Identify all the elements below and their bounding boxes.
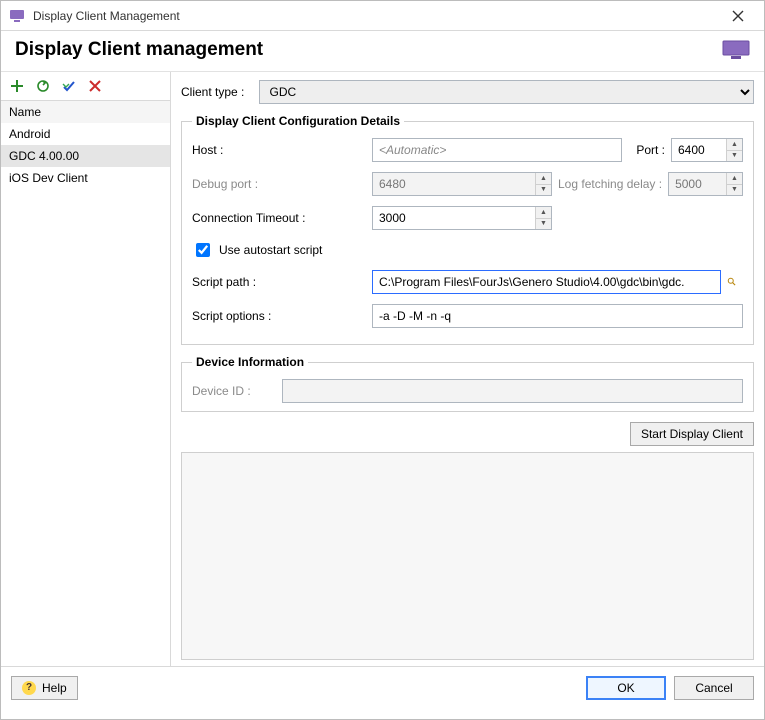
right-pane: Client type : GDC Display Client Configu… [171, 72, 764, 666]
device-id-label: Device ID : [192, 384, 282, 398]
autostart-label: Use autostart script [219, 243, 322, 257]
port-label: Port : [628, 143, 665, 157]
script-path-label: Script path : [192, 275, 372, 289]
config-fieldset: Display Client Configuration Details Hos… [181, 114, 754, 345]
conn-timeout-step-up[interactable]: ▲ [535, 207, 551, 218]
validate-icon[interactable] [61, 78, 77, 94]
titlebar: Display Client Management [1, 1, 764, 31]
conn-timeout-label: Connection Timeout : [192, 211, 372, 225]
debug-port-input [372, 172, 552, 196]
host-label: Host : [192, 143, 372, 157]
app-icon [9, 8, 25, 24]
client-type-row: Client type : GDC [181, 80, 754, 104]
help-button[interactable]: ? Help [11, 676, 78, 700]
window-close-button[interactable] [720, 1, 756, 30]
device-legend: Device Information [192, 355, 308, 369]
debug-port-step-down: ▼ [535, 184, 551, 196]
client-type-label: Client type : [181, 85, 259, 99]
ok-button[interactable]: OK [586, 676, 666, 700]
script-options-input[interactable] [372, 304, 743, 328]
page-title: Display Client management [15, 39, 263, 61]
device-fieldset: Device Information Device ID : [181, 355, 754, 412]
help-label: Help [42, 681, 67, 695]
port-step-down[interactable]: ▼ [726, 150, 742, 162]
delete-icon[interactable] [87, 78, 103, 94]
autostart-checkbox[interactable] [196, 243, 210, 257]
script-options-label: Script options : [192, 309, 372, 323]
host-input[interactable] [372, 138, 622, 162]
help-icon: ? [22, 681, 36, 695]
list-item[interactable]: Android [1, 123, 170, 145]
log-delay-step-up: ▲ [726, 173, 742, 184]
debug-port-label: Debug port : [192, 177, 372, 191]
main-layout: Name Android GDC 4.00.00 iOS Dev Client … [1, 72, 764, 666]
left-toolbar [1, 72, 170, 100]
add-icon[interactable] [9, 78, 25, 94]
dialog-footer: ? Help OK Cancel [1, 666, 764, 708]
debug-port-step-up: ▲ [535, 173, 551, 184]
browse-button[interactable] [721, 270, 743, 294]
output-area [181, 452, 754, 660]
config-legend: Display Client Configuration Details [192, 114, 404, 128]
list-item[interactable]: iOS Dev Client [1, 167, 170, 189]
device-id-input [282, 379, 743, 403]
script-path-input[interactable] [372, 270, 721, 294]
cancel-button[interactable]: Cancel [674, 676, 754, 700]
start-display-client-button[interactable]: Start Display Client [630, 422, 754, 446]
page-header: Display Client management [1, 31, 764, 72]
log-delay-label: Log fetching delay : [558, 177, 662, 191]
left-pane: Name Android GDC 4.00.00 iOS Dev Client [1, 72, 171, 666]
conn-timeout-input[interactable] [372, 206, 552, 230]
monitor-icon [722, 40, 750, 60]
sync-icon[interactable] [35, 78, 51, 94]
window-title: Display Client Management [33, 9, 720, 23]
list-item[interactable]: GDC 4.00.00 [1, 145, 170, 167]
log-delay-step-down: ▼ [726, 184, 742, 196]
port-step-up[interactable]: ▲ [726, 139, 742, 150]
client-list: Name Android GDC 4.00.00 iOS Dev Client [1, 100, 170, 666]
conn-timeout-step-down[interactable]: ▼ [535, 218, 551, 230]
client-list-header[interactable]: Name [1, 101, 170, 123]
client-type-select[interactable]: GDC [259, 80, 754, 104]
